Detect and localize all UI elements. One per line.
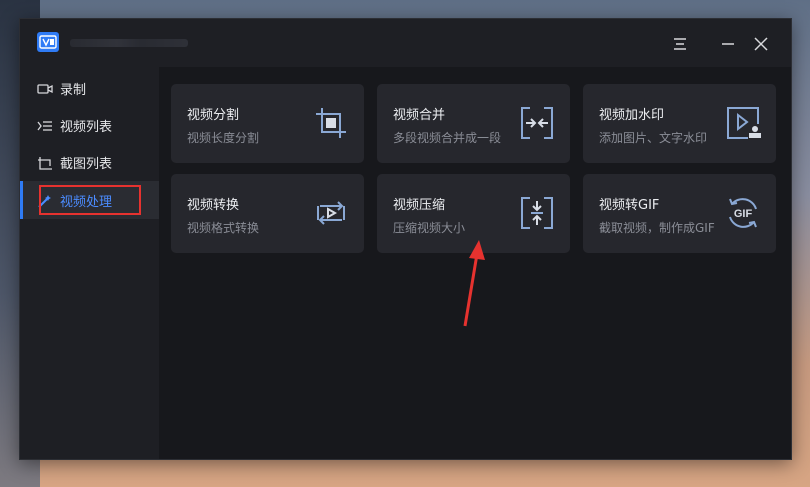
crop-icon xyxy=(312,104,350,142)
tool-title: 视频分割 xyxy=(187,108,240,123)
tool-title: 视频转GIF xyxy=(599,198,660,213)
active-indicator xyxy=(20,181,23,219)
sidebar: 录制 视频列表 截图列表 视频处理 xyxy=(20,67,159,459)
gif-icon: GIF xyxy=(724,194,762,232)
tool-title: 视频转换 xyxy=(187,198,240,213)
tool-card-video-watermark[interactable]: 视频加水印 添加图片、文字水印 xyxy=(583,84,776,163)
tool-card-video-to-gif[interactable]: 视频转GIF 截取视频，制作成GIF GIF xyxy=(583,174,776,253)
tool-desc: 视频格式转换 xyxy=(187,221,260,235)
sidebar-item-label: 录制 xyxy=(60,83,87,98)
annotation-arrow-icon xyxy=(463,240,485,327)
tool-title: 视频合并 xyxy=(393,108,446,123)
highlight-annotation-box xyxy=(39,185,141,215)
tool-desc: 截取视频，制作成GIF xyxy=(599,221,715,235)
merge-icon xyxy=(518,104,556,142)
title-bar xyxy=(20,19,791,67)
tool-desc: 视频长度分割 xyxy=(187,131,260,145)
sidebar-item-video-processing[interactable]: 视频处理 xyxy=(20,181,159,219)
tool-card-video-convert[interactable]: 视频转换 视频格式转换 xyxy=(171,174,364,253)
minimize-icon[interactable] xyxy=(718,34,738,54)
sidebar-item-screenshot-list[interactable]: 截图列表 xyxy=(20,143,159,181)
sidebar-item-label: 截图列表 xyxy=(60,157,113,172)
tool-card-video-split[interactable]: 视频分割 视频长度分割 xyxy=(171,84,364,163)
tool-title: 视频压缩 xyxy=(393,198,446,213)
tool-desc: 多段视频合并成一段 xyxy=(393,131,502,145)
tool-desc: 压缩视频大小 xyxy=(393,221,466,235)
compress-icon xyxy=(518,194,556,232)
window-title xyxy=(70,39,188,47)
svg-text:GIF: GIF xyxy=(734,208,753,220)
menu-icon[interactable] xyxy=(670,34,690,54)
screenshot-list-icon xyxy=(37,155,53,170)
sidebar-item-label: 视频列表 xyxy=(60,120,113,135)
tool-card-video-merge[interactable]: 视频合并 多段视频合并成一段 xyxy=(377,84,570,163)
close-icon[interactable] xyxy=(751,34,771,54)
app-logo-icon xyxy=(37,32,59,52)
video-list-icon xyxy=(37,118,53,132)
watermark-icon xyxy=(724,104,762,142)
tool-title: 视频加水印 xyxy=(599,108,665,123)
camera-icon xyxy=(37,81,53,95)
sidebar-item-record[interactable]: 录制 xyxy=(20,69,159,107)
convert-icon xyxy=(312,194,350,232)
tool-desc: 添加图片、文字水印 xyxy=(599,131,708,145)
sidebar-item-video-list[interactable]: 视频列表 xyxy=(20,106,159,144)
app-window: 录制 视频列表 截图列表 视频处理 视频分割 视频长度分割 视频合并 多段视频合… xyxy=(19,18,792,460)
